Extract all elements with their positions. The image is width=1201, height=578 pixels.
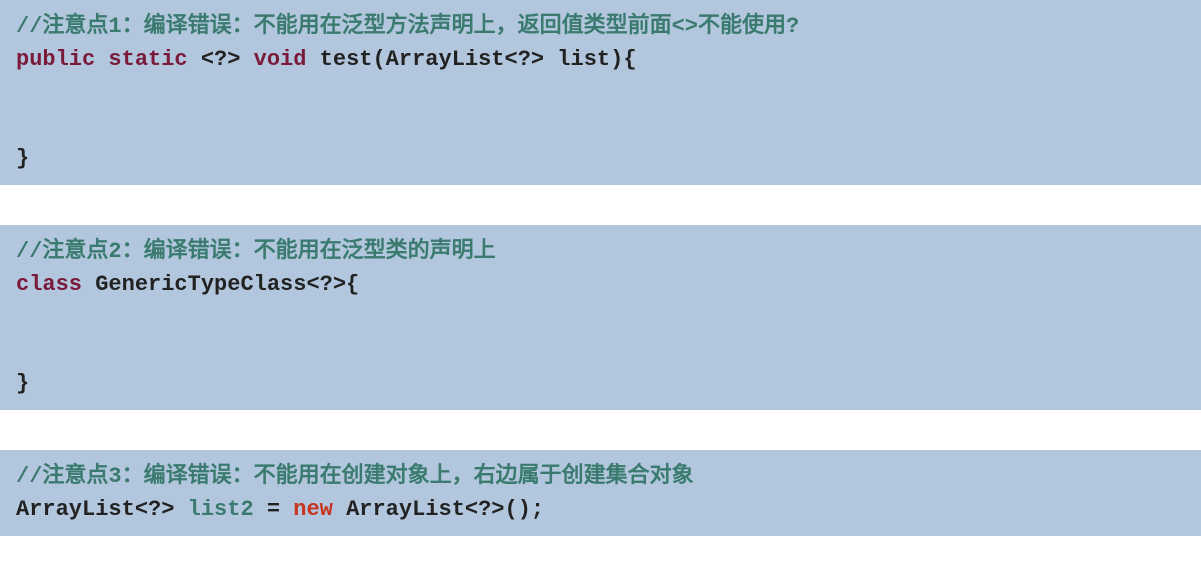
close-brace-2: }: [16, 371, 29, 396]
gap-2: [0, 410, 1201, 450]
var-name: list2: [188, 497, 254, 522]
keyword-class: class: [16, 272, 82, 297]
close-brace-1: }: [16, 146, 29, 171]
keyword-new: new: [293, 497, 333, 522]
code-block-2: //注意点2：编译错误：不能用在泛型类的声明上 class GenericTyp…: [0, 225, 1201, 410]
generic-decl: <?>: [201, 47, 241, 72]
lhs-type: ArrayList<?>: [16, 497, 174, 522]
keyword-void: void: [254, 47, 307, 72]
comment-1: //注意点1：编译错误：不能用在泛型方法声明上，返回值类型前面<>不能使用?: [16, 14, 799, 39]
comment-2: //注意点2：编译错误：不能用在泛型类的声明上: [16, 239, 496, 264]
code-block-3: //注意点3：编译错误：不能用在创建对象上，右边属于创建集合对象 ArrayLi…: [0, 450, 1201, 536]
rhs-ctor: ArrayList<?>();: [346, 497, 544, 522]
keyword-static: static: [108, 47, 187, 72]
keyword-public: public: [16, 47, 95, 72]
gap-1: [0, 185, 1201, 225]
equals: =: [267, 497, 280, 522]
comment-3: //注意点3：编译错误：不能用在创建对象上，右边属于创建集合对象: [16, 464, 694, 489]
code-block-1: //注意点1：编译错误：不能用在泛型方法声明上，返回值类型前面<>不能使用? p…: [0, 0, 1201, 185]
class-name: GenericTypeClass<?>{: [95, 272, 359, 297]
method-signature: test(ArrayList<?> list){: [320, 47, 637, 72]
